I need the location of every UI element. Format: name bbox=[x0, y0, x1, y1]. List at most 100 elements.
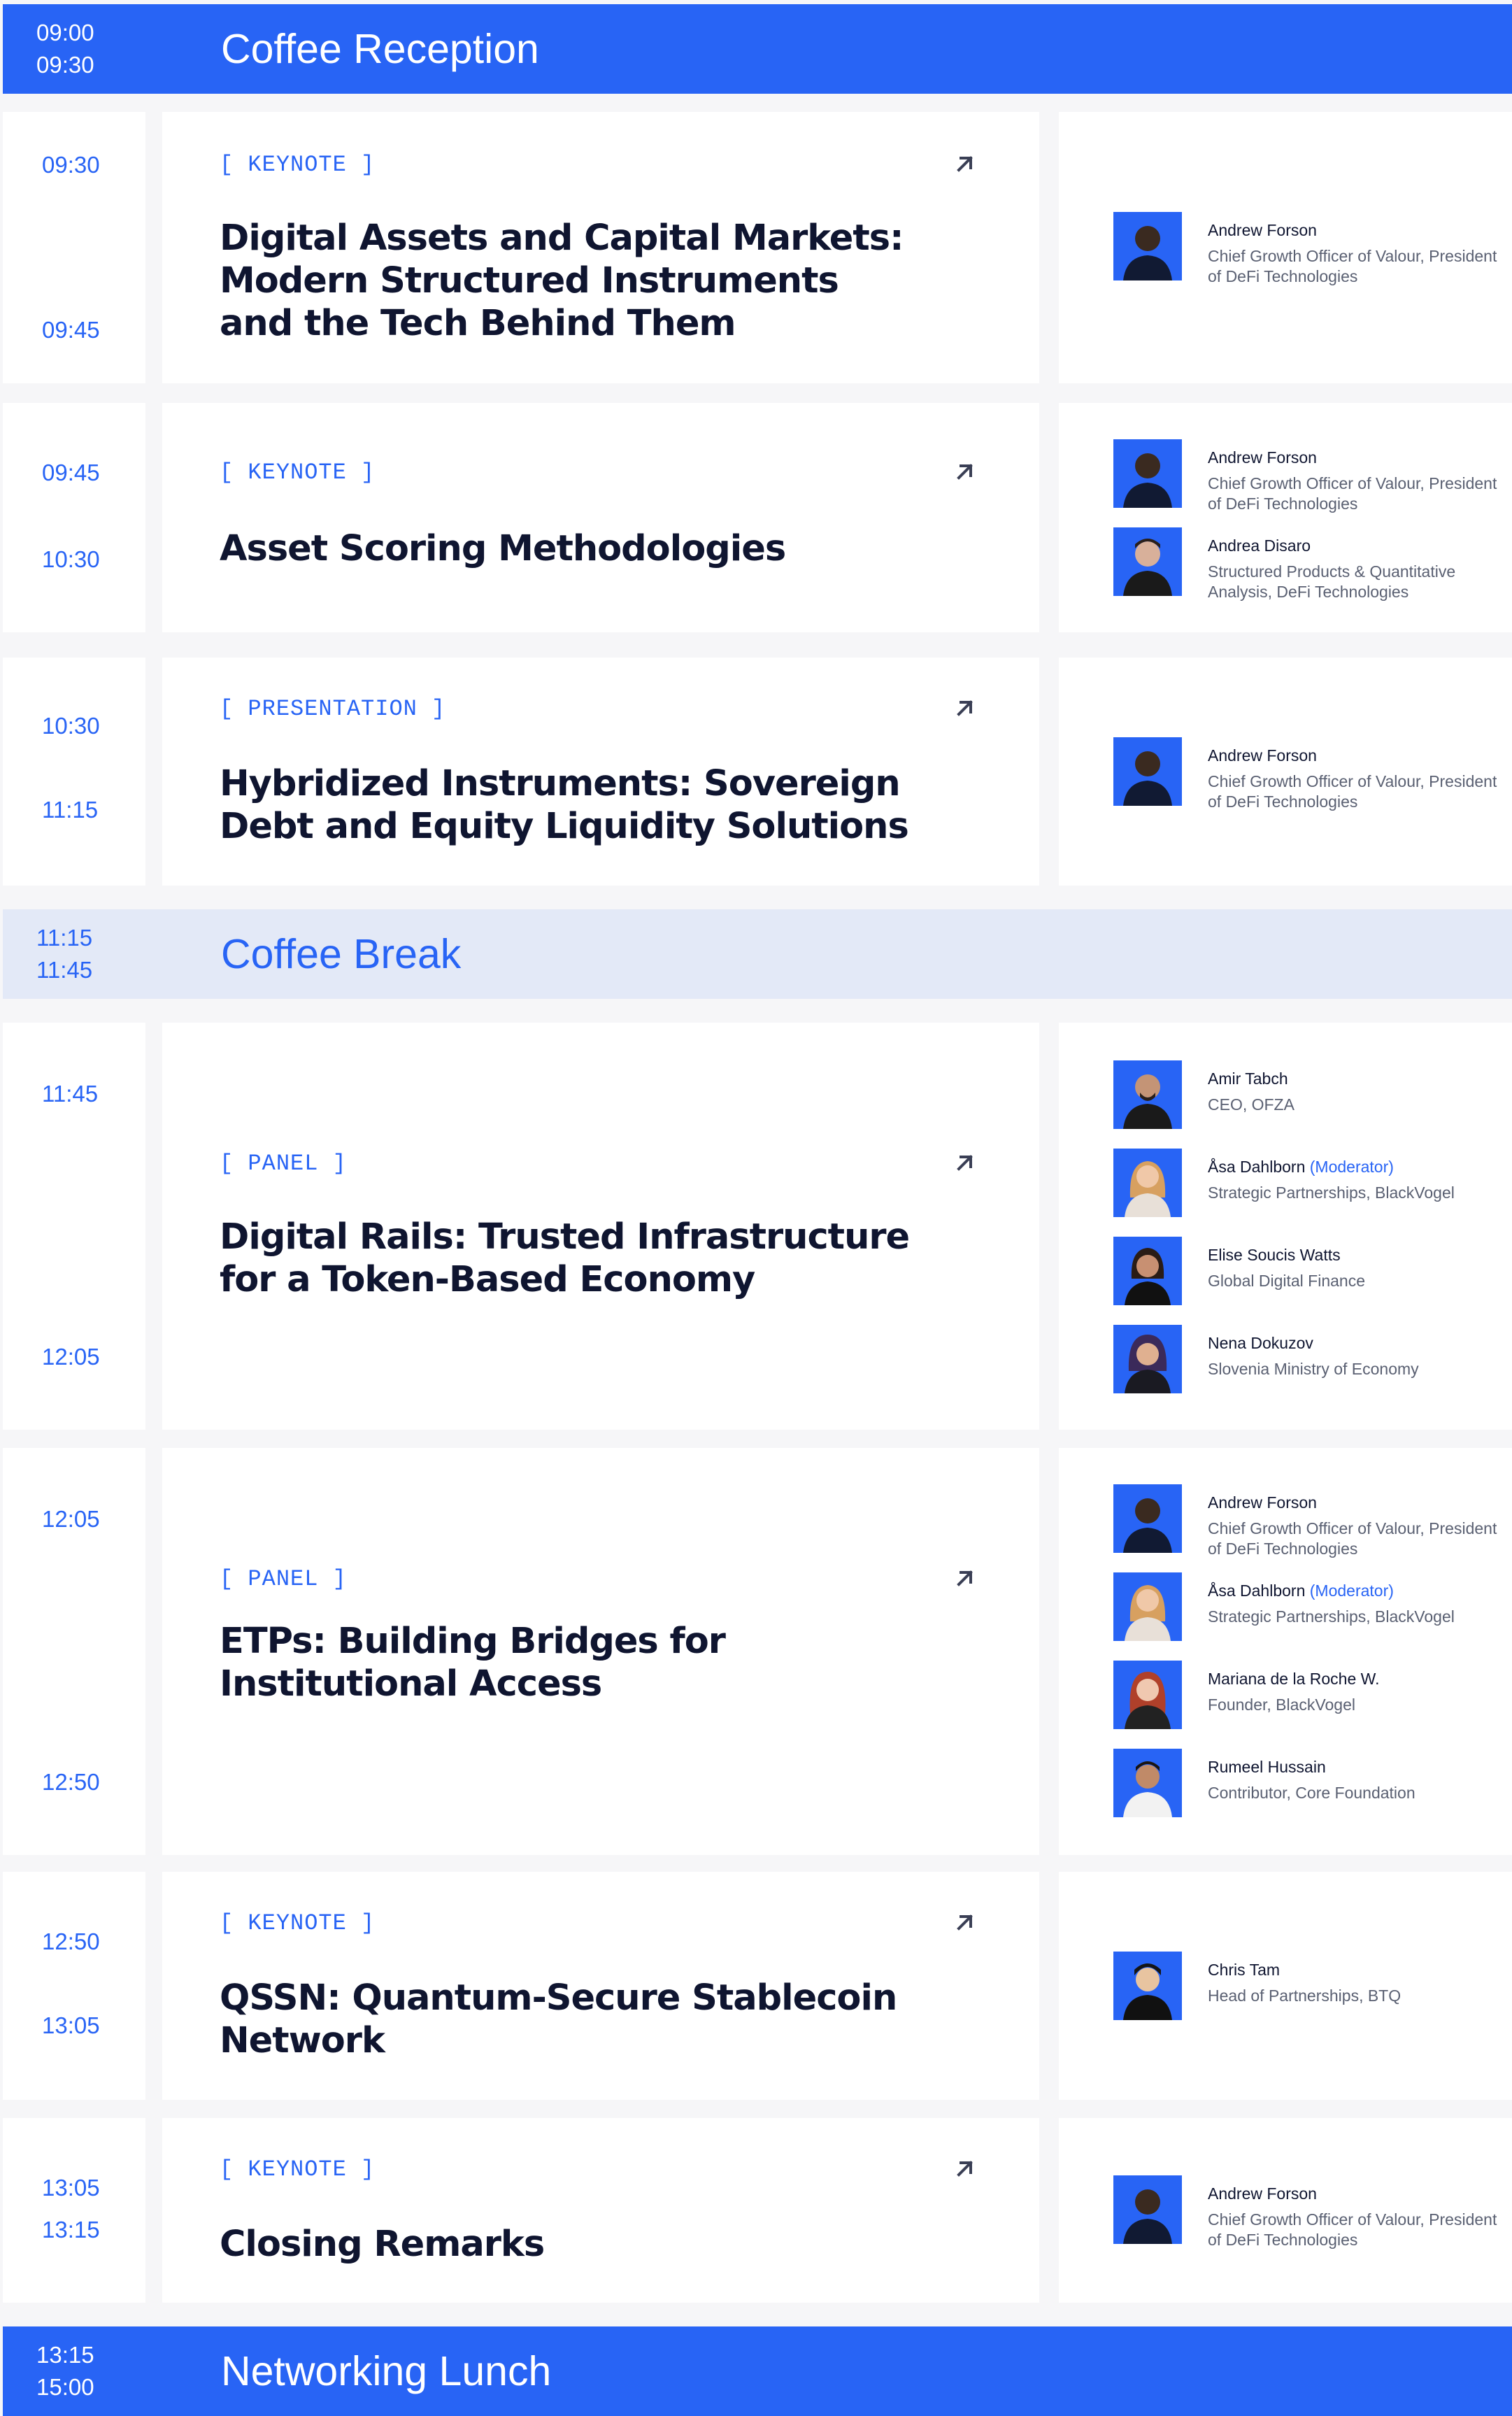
session-start-time: 12:50 bbox=[42, 1928, 100, 1954]
speaker-role: Structured Products & Quantitative Analy… bbox=[1208, 562, 1456, 601]
band-end-time: 09:30 bbox=[36, 52, 94, 78]
person-avatar-icon bbox=[1113, 1952, 1182, 2020]
speaker-role: Chief Growth Officer of Valour, Presiden… bbox=[1208, 772, 1497, 811]
speaker-role: Chief Growth Officer of Valour, Presiden… bbox=[1208, 474, 1497, 513]
person-avatar-icon bbox=[1113, 1237, 1182, 1305]
speaker[interactable]: Andrew Forson Chief Growth Officer of Va… bbox=[1113, 1484, 1505, 1558]
session-start-time: 12:05 bbox=[42, 1506, 100, 1532]
session-time-cell: 13:05 13:15 bbox=[3, 2118, 145, 2303]
speaker-role: Slovenia Ministry of Economy bbox=[1208, 1360, 1419, 1378]
moderator-badge: (Moderator) bbox=[1309, 1582, 1394, 1600]
speaker-name: Andrew Forson bbox=[1208, 448, 1317, 467]
person-avatar-icon bbox=[1113, 1149, 1182, 1217]
speaker-role: Founder, BlackVogel bbox=[1208, 1696, 1355, 1714]
session-start-time: 13:05 bbox=[42, 2175, 100, 2201]
session-type-tag: [ PRESENTATION ] bbox=[220, 696, 446, 722]
speaker-role: Chief Growth Officer of Valour, Presiden… bbox=[1208, 247, 1497, 285]
session-card[interactable]: [ KEYNOTE ] Closing Remarks bbox=[162, 2118, 1039, 2303]
speaker-name: Andrew Forson bbox=[1208, 746, 1317, 765]
session-time-cell: 10:30 11:15 bbox=[3, 658, 145, 886]
session-title[interactable]: Closing Remarks bbox=[220, 2223, 919, 2266]
networking-lunch-band: 13:15 15:00 Networking Lunch bbox=[3, 2326, 1512, 2416]
speaker[interactable]: Rumeel Hussain Contributor, Core Foundat… bbox=[1113, 1749, 1505, 1819]
speaker-list: Andrew Forson Chief Growth Officer of Va… bbox=[1059, 2118, 1512, 2303]
speaker-name: Nena Dokuzov bbox=[1208, 1334, 1313, 1352]
speaker-role: Strategic Partnerships, BlackVogel bbox=[1208, 1607, 1455, 1626]
band-title: Coffee Break bbox=[221, 931, 462, 977]
speaker[interactable]: Åsa Dahlborn (Moderator) Strategic Partn… bbox=[1113, 1572, 1505, 1642]
arrow-up-right-icon[interactable] bbox=[953, 695, 978, 720]
moderator-badge: (Moderator) bbox=[1309, 1158, 1394, 1176]
session-time-cell: 11:45 12:05 bbox=[3, 1023, 145, 1430]
coffee-break-band: 11:15 11:45 Coffee Break bbox=[3, 909, 1512, 999]
speaker[interactable]: Elise Soucis Watts Global Digital Financ… bbox=[1113, 1237, 1505, 1307]
speaker[interactable]: Andrew Forson Chief Growth Officer of Va… bbox=[1113, 2175, 1505, 2249]
speaker-name: Chris Tam bbox=[1208, 1961, 1281, 1979]
session-end-time: 09:45 bbox=[42, 317, 100, 343]
band-title: Coffee Reception bbox=[221, 26, 539, 72]
speaker-name: Amir Tabch bbox=[1208, 1070, 1288, 1088]
arrow-up-right-icon[interactable] bbox=[953, 1910, 978, 1935]
arrow-up-right-icon[interactable] bbox=[953, 151, 978, 176]
band-start-time: 11:15 bbox=[36, 925, 93, 951]
person-avatar-icon bbox=[1113, 737, 1182, 806]
arrow-up-right-icon[interactable] bbox=[953, 2156, 978, 2181]
speaker-list: Andrew Forson Chief Growth Officer of Va… bbox=[1059, 112, 1512, 383]
speaker-role: Contributor, Core Foundation bbox=[1208, 1784, 1415, 1802]
session-title[interactable]: Digital Assets and Capital Markets: Mode… bbox=[220, 217, 919, 345]
session-card[interactable]: [ PANEL ] ETPs: Building Bridges for Ins… bbox=[162, 1448, 1039, 1855]
session-title[interactable]: ETPs: Building Bridges for Institutional… bbox=[220, 1620, 919, 1705]
arrow-up-right-icon[interactable] bbox=[953, 1565, 978, 1591]
speaker-role: Head of Partnerships, BTQ bbox=[1208, 1987, 1402, 2005]
session-title[interactable]: Hybridized Instruments: Sovereign Debt a… bbox=[220, 762, 919, 848]
speaker[interactable]: Andrea Disaro Structured Products & Quan… bbox=[1113, 527, 1505, 601]
speaker-name: Rumeel Hussain bbox=[1208, 1758, 1326, 1776]
speaker[interactable]: Nena Dokuzov Slovenia Ministry of Econom… bbox=[1113, 1325, 1505, 1395]
session-end-time: 10:30 bbox=[42, 546, 100, 572]
session-card[interactable]: [ PRESENTATION ] Hybridized Instruments:… bbox=[162, 658, 1039, 886]
session-end-time: 12:50 bbox=[42, 1769, 100, 1795]
session-time-cell: 12:50 13:05 bbox=[3, 1872, 145, 2100]
speaker[interactable]: Mariana de la Roche W. Founder, BlackVog… bbox=[1113, 1661, 1505, 1731]
session-title[interactable]: QSSN: Quantum-Secure Stablecoin Network bbox=[220, 1977, 919, 2062]
person-avatar-icon bbox=[1113, 1325, 1182, 1393]
session-card[interactable]: [ KEYNOTE ] QSSN: Quantum-Secure Stablec… bbox=[162, 1872, 1039, 2100]
session-time-cell: 09:30 09:45 bbox=[3, 112, 145, 383]
speaker[interactable]: Amir Tabch CEO, OFZA bbox=[1113, 1060, 1505, 1130]
speaker[interactable]: Andrew Forson Chief Growth Officer of Va… bbox=[1113, 439, 1505, 513]
session-start-time: 09:45 bbox=[42, 460, 100, 485]
person-avatar-icon bbox=[1113, 1484, 1182, 1553]
band-time-range: 09:00 09:30 bbox=[3, 20, 143, 78]
session-type-tag: [ KEYNOTE ] bbox=[220, 1910, 376, 1936]
speaker-list: Andrew Forson Chief Growth Officer of Va… bbox=[1059, 658, 1512, 886]
session-type-tag: [ KEYNOTE ] bbox=[220, 460, 376, 485]
speaker-name-text: Åsa Dahlborn bbox=[1208, 1582, 1306, 1600]
speaker-name-text: Åsa Dahlborn bbox=[1208, 1158, 1306, 1176]
speaker-list: Chris Tam Head of Partnerships, BTQ bbox=[1059, 1872, 1512, 2100]
session-start-time: 10:30 bbox=[42, 713, 100, 739]
speaker-name: Elise Soucis Watts bbox=[1208, 1246, 1341, 1264]
speaker[interactable]: Andrew Forson Chief Growth Officer of Va… bbox=[1113, 212, 1505, 285]
session-card[interactable]: [ KEYNOTE ] Digital Assets and Capital M… bbox=[162, 112, 1039, 383]
session-title[interactable]: Digital Rails: Trusted Infrastructure fo… bbox=[220, 1216, 919, 1301]
session-type-tag: [ PANEL ] bbox=[220, 1566, 347, 1592]
speaker[interactable]: Andrew Forson Chief Growth Officer of Va… bbox=[1113, 737, 1505, 811]
band-end-time: 11:45 bbox=[36, 957, 93, 983]
arrow-up-right-icon[interactable] bbox=[953, 1150, 978, 1175]
session-end-time: 13:15 bbox=[42, 2217, 100, 2243]
arrow-up-right-icon[interactable] bbox=[953, 459, 978, 484]
speaker[interactable]: Åsa Dahlborn (Moderator) Strategic Partn… bbox=[1113, 1149, 1505, 1218]
speaker-name: Andrew Forson bbox=[1208, 2184, 1317, 2203]
session-title[interactable]: Asset Scoring Methodologies bbox=[220, 527, 919, 570]
person-avatar-icon bbox=[1113, 2175, 1182, 2244]
speaker-name: Mariana de la Roche W. bbox=[1208, 1670, 1380, 1688]
person-avatar-icon bbox=[1113, 212, 1182, 280]
session-card[interactable]: [ PANEL ] Digital Rails: Trusted Infrast… bbox=[162, 1023, 1039, 1430]
speaker[interactable]: Chris Tam Head of Partnerships, BTQ bbox=[1113, 1952, 1505, 2021]
session-card[interactable]: [ KEYNOTE ] Asset Scoring Methodologies bbox=[162, 403, 1039, 632]
person-avatar-icon bbox=[1113, 1060, 1182, 1129]
speaker-role: Chief Growth Officer of Valour, Presiden… bbox=[1208, 1519, 1497, 1558]
band-start-time: 09:00 bbox=[36, 20, 94, 45]
person-avatar-icon bbox=[1113, 1572, 1182, 1641]
speaker-list: Amir Tabch CEO, OFZA Åsa Dahlborn (Moder… bbox=[1059, 1023, 1512, 1430]
